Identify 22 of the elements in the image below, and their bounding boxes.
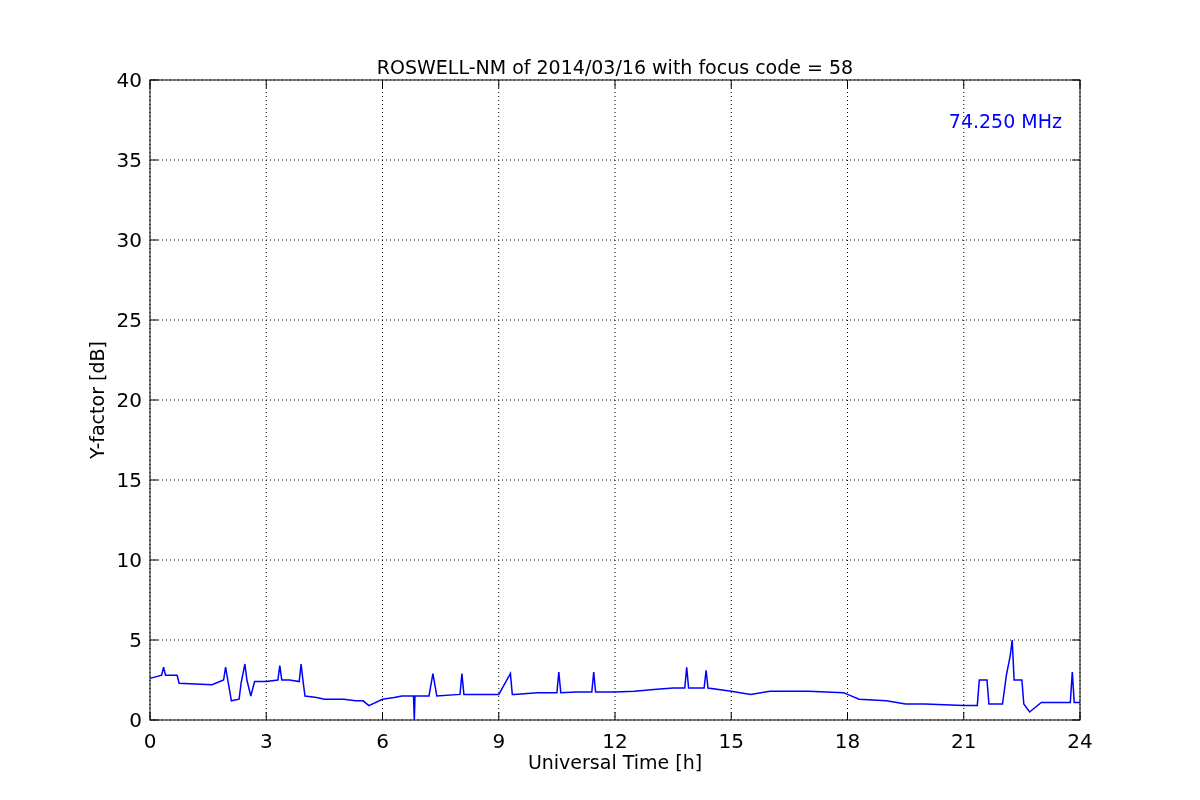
y-tick-label: 15: [116, 468, 142, 492]
y-tick-label: 20: [116, 388, 142, 412]
x-tick-label: 0: [143, 729, 157, 753]
y-tick-label: 5: [129, 628, 142, 652]
x-tick-label: 21: [951, 729, 977, 753]
chart-title: ROSWELL-NM of 2014/03/16 with focus code = 58: [376, 56, 854, 78]
y-tick-label: 40: [116, 68, 142, 92]
x-tick-label: 6: [376, 729, 389, 753]
x-tick-label: 18: [834, 729, 861, 753]
x-tick-label: 15: [718, 729, 744, 753]
y-tick-label: 25: [116, 308, 142, 332]
y-tick-label: 30: [116, 228, 142, 252]
y-axis-label: Y-factor [dB]: [86, 341, 108, 459]
x-axis-label: Universal Time [h]: [527, 751, 703, 773]
frequency-label: 74.250 MHz: [948, 110, 1062, 132]
x-tick-label: 3: [259, 729, 273, 753]
x-tick-label: 9: [492, 729, 506, 753]
y-tick-label: 0: [129, 708, 142, 732]
x-tick-label: 12: [602, 729, 628, 753]
x-tick-label: 24: [1067, 729, 1093, 753]
y-tick-label: 10: [116, 548, 142, 572]
y-tick-label: 35: [116, 148, 142, 172]
